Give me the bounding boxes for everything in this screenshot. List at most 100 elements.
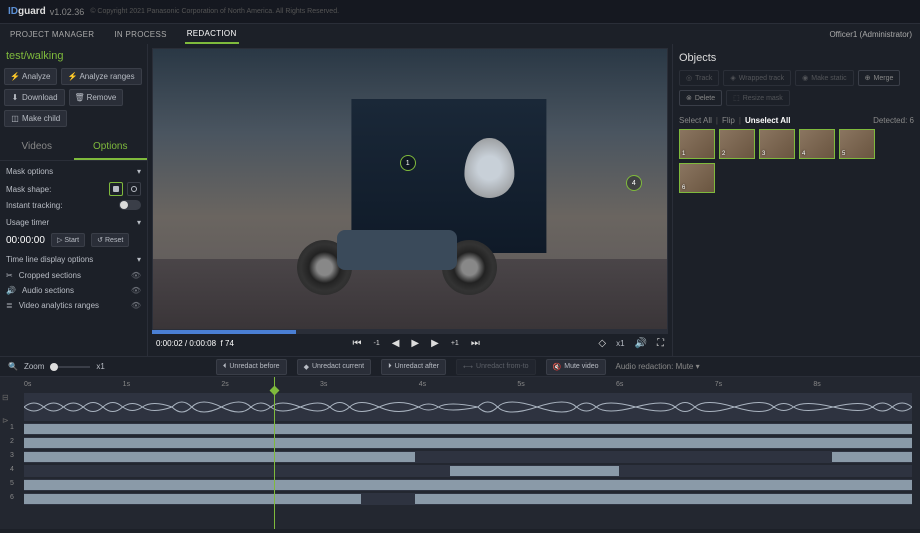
top-nav: PROJECT MANAGER IN PROCESS REDACTION Off… xyxy=(0,24,920,44)
speed-label[interactable]: x1 xyxy=(616,339,624,348)
unredact-range-button[interactable]: ⟷Unredact from-to xyxy=(456,359,536,375)
skip-start-icon[interactable]: ⏮ xyxy=(352,338,361,349)
prev-frame-icon[interactable]: ◀ xyxy=(392,338,400,349)
object-thumb[interactable] xyxy=(719,129,755,159)
usage-timer-section[interactable]: Usage timer▾ xyxy=(4,212,143,231)
merge-icon: ⊕ xyxy=(865,74,871,82)
object-thumb[interactable] xyxy=(759,129,795,159)
user-badge[interactable]: Officer1 (Administrator) xyxy=(829,30,912,39)
download-icon: ⬇ xyxy=(11,94,19,102)
rewind-icon: ⏴ xyxy=(223,363,227,371)
tab-videos[interactable]: Videos xyxy=(0,135,74,160)
track-button[interactable]: ◎Track xyxy=(679,70,719,86)
play-icon[interactable]: ▶ xyxy=(411,338,419,349)
timeline-track[interactable]: 2 xyxy=(24,437,912,449)
pin-icon: ◉ xyxy=(802,74,808,82)
timeline-track[interactable]: 4 xyxy=(24,465,912,477)
objects-panel: Objects ◎Track ◈Wrapped track ◉Make stat… xyxy=(672,44,920,356)
speaker-icon: 🔊 xyxy=(6,286,16,295)
instant-tracking-toggle[interactable] xyxy=(119,200,141,210)
target-icon: ◎ xyxy=(686,74,692,82)
chevron-down-icon: ▾ xyxy=(137,255,141,264)
timeline-track[interactable]: 3 xyxy=(24,451,912,463)
app-header: IDguard v1.02.36 © Copyright 2021 Panaso… xyxy=(0,0,920,24)
unselect-all-link[interactable]: Unselect All xyxy=(745,116,791,125)
progress-bar[interactable] xyxy=(152,330,668,334)
shape-circle-button[interactable] xyxy=(127,182,141,196)
trash-icon: 🗑 xyxy=(76,94,84,102)
fullscreen-icon[interactable]: ⛶ xyxy=(657,338,664,349)
object-marker[interactable]: 4 xyxy=(626,175,642,191)
version-label: v1.02.36 xyxy=(50,7,85,17)
bolt-icon: ⚡ xyxy=(68,73,76,81)
wrapped-track-button[interactable]: ◈Wrapped track xyxy=(723,70,791,86)
shape-square-button[interactable] xyxy=(109,182,123,196)
mask-options-section[interactable]: Mask options▾ xyxy=(4,161,143,180)
detected-count: Detected: 6 xyxy=(873,116,914,125)
copyright: © Copyright 2021 Panasonic Corporation o… xyxy=(90,8,339,15)
volume-icon[interactable]: 🔊 xyxy=(635,338,647,349)
timeline-track[interactable]: 5 xyxy=(24,479,912,491)
object-thumb[interactable] xyxy=(679,129,715,159)
object-thumb[interactable] xyxy=(679,163,715,193)
select-all-link[interactable]: Select All xyxy=(679,116,712,125)
list-icon: ≣ xyxy=(6,301,13,310)
timer-value: 00:00:00 xyxy=(6,235,45,246)
step-back-label[interactable]: -1 xyxy=(373,340,379,347)
analytics-ranges-label: Video analytics ranges xyxy=(19,301,99,310)
tab-options[interactable]: Options xyxy=(74,135,148,160)
audio-waveform-track[interactable] xyxy=(24,393,912,421)
flip-link[interactable]: Flip xyxy=(722,116,735,125)
nav-redaction[interactable]: REDACTION xyxy=(185,25,239,44)
timeline-ruler[interactable]: 0s1s2s3s4s5s6s7s8s xyxy=(8,381,912,393)
forward-icon: ⏵ xyxy=(388,363,392,371)
object-thumb[interactable] xyxy=(839,129,875,159)
resize-icon: ⬚ xyxy=(733,94,740,102)
remove-button[interactable]: 🗑Remove xyxy=(69,89,124,106)
zoom-slider[interactable] xyxy=(50,366,90,368)
droplet-icon[interactable]: ◇ xyxy=(598,338,606,349)
step-fwd-label[interactable]: +1 xyxy=(451,340,459,347)
scissors-icon: ✂ xyxy=(6,271,13,280)
unredact-after-button[interactable]: ⏵Unredact after xyxy=(381,359,446,375)
child-icon: ◫ xyxy=(11,115,19,123)
video-preview[interactable]: 1 4 xyxy=(152,48,668,330)
video-area: 1 4 0:00:02 / 0:00:08 f 74 ⏮ -1 ◀ ▶ ▶ +1… xyxy=(148,44,672,356)
unredact-before-button[interactable]: ⏴Unredact before xyxy=(216,359,287,375)
make-static-button[interactable]: ◉Make static xyxy=(795,70,854,86)
delete-button[interactable]: ⊗Delete xyxy=(679,90,722,106)
make-child-button[interactable]: ◫Make child xyxy=(4,110,67,127)
visibility-toggle[interactable]: 👁 xyxy=(131,271,141,280)
playhead[interactable] xyxy=(274,377,275,529)
next-frame-icon[interactable]: ▶ xyxy=(431,338,439,349)
object-thumb[interactable] xyxy=(799,129,835,159)
object-thumbnails xyxy=(679,129,914,193)
skip-end-icon[interactable]: ⏭ xyxy=(471,338,480,349)
objects-title: Objects xyxy=(679,50,914,70)
timeline-track[interactable]: 1 xyxy=(24,423,912,435)
nav-project-manager[interactable]: PROJECT MANAGER xyxy=(8,26,96,43)
timer-reset-button[interactable]: ↺Reset xyxy=(91,233,129,247)
analyze-button[interactable]: ⚡Analyze xyxy=(4,68,57,85)
cropped-sections-label: Cropped sections xyxy=(19,271,81,280)
left-panel: test/walking ⚡Analyze ⚡Analyze ranges ⬇D… xyxy=(0,44,148,356)
chevron-down-icon[interactable]: ▾ xyxy=(696,362,700,371)
timeline-track[interactable]: 6 xyxy=(24,493,912,505)
zoom-icon: 🔍 xyxy=(8,362,18,371)
unredact-current-button[interactable]: ◆Unredact current xyxy=(297,359,372,375)
analyze-ranges-button[interactable]: ⚡Analyze ranges xyxy=(61,68,141,85)
timer-start-button[interactable]: ▷Start xyxy=(51,233,85,247)
chevron-down-icon: ▾ xyxy=(137,218,141,227)
mute-video-button[interactable]: 🔇Mute video xyxy=(546,359,606,375)
timeline-display-section[interactable]: Time line display options▾ xyxy=(4,249,143,268)
audio-sections-label: Audio sections xyxy=(22,286,74,295)
nav-in-process[interactable]: IN PROCESS xyxy=(112,26,168,43)
logo: IDguard xyxy=(8,6,46,17)
download-button[interactable]: ⬇Download xyxy=(4,89,65,106)
merge-button[interactable]: ⊕Merge xyxy=(858,70,901,86)
visibility-toggle[interactable]: 👁 xyxy=(131,286,141,295)
play-icon: ▷ xyxy=(57,236,62,244)
resize-mask-button[interactable]: ⬚Resize mask xyxy=(726,90,790,106)
project-name: test/walking xyxy=(4,48,143,68)
visibility-toggle[interactable]: 👁 xyxy=(131,301,141,310)
